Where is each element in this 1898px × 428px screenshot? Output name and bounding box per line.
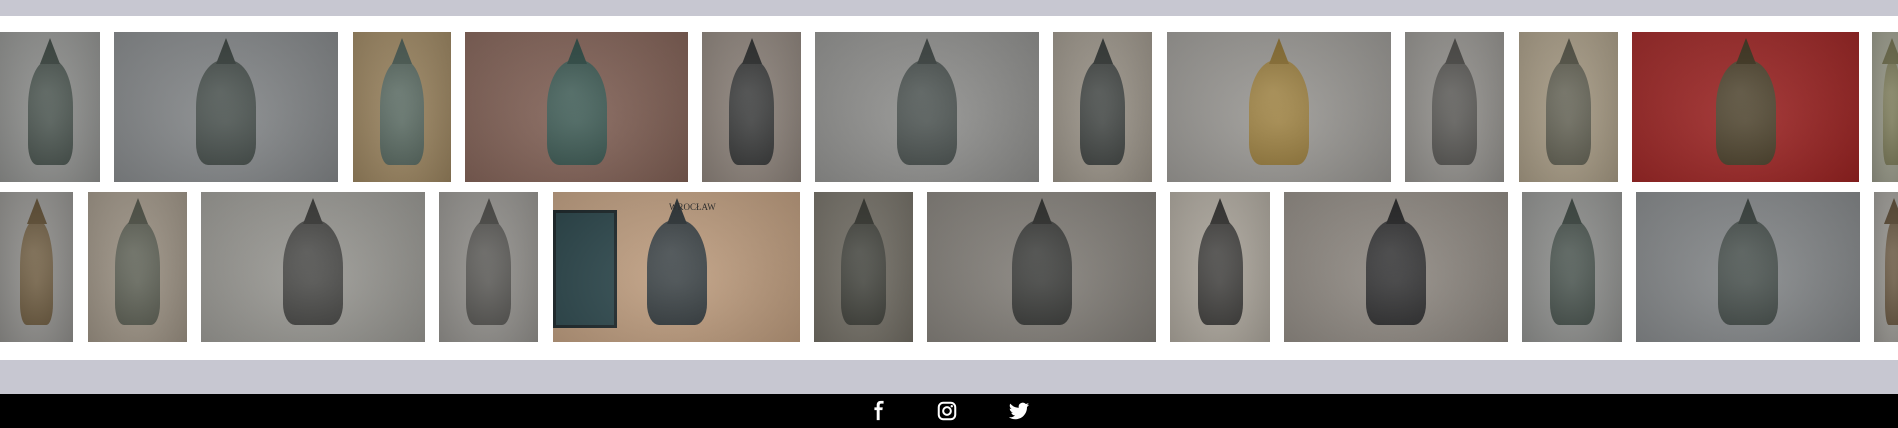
statue-hat <box>478 198 499 224</box>
statue-silhouette <box>115 220 160 325</box>
statue-silhouette <box>1718 220 1778 325</box>
statue-silhouette <box>1366 220 1426 325</box>
wroclaw-sign: WROCŁAW <box>669 202 716 212</box>
statue-silhouette <box>1715 60 1776 165</box>
statue-hat <box>1562 198 1582 224</box>
statue-silhouette <box>1011 220 1072 325</box>
statue-silhouette <box>283 220 343 325</box>
statue-silhouette <box>1546 60 1591 165</box>
statue-hat <box>853 198 874 224</box>
statue-hat <box>1031 198 1052 224</box>
gnome-sleeping-photo[interactable] <box>814 192 913 342</box>
statue-silhouette <box>1549 220 1595 325</box>
statue-hat <box>1210 198 1230 224</box>
statue-hat <box>666 198 687 224</box>
statue-hat <box>1738 198 1758 224</box>
gnome-edge-left-photo[interactable] <box>0 192 73 342</box>
statue-hat <box>1735 38 1756 64</box>
statue-hat <box>566 38 587 64</box>
gnome-edge-right-photo[interactable] <box>1874 192 1898 342</box>
instagram-link[interactable] <box>930 394 964 428</box>
gnome-with-chain-2-photo[interactable] <box>1636 192 1860 342</box>
statue-hat <box>1884 198 1898 224</box>
statue-silhouette <box>646 220 707 325</box>
statue-silhouette <box>1885 220 1898 325</box>
footer <box>0 394 1898 428</box>
facebook-link[interactable] <box>862 394 896 428</box>
twitter-link[interactable] <box>1002 394 1036 428</box>
statue-silhouette <box>841 220 886 325</box>
door-illustration <box>553 210 617 328</box>
statue-hat <box>127 198 148 224</box>
gnome-writing-photo[interactable] <box>88 192 187 342</box>
gnome-edge-photo[interactable] <box>1872 32 1898 182</box>
gnome-on-bollard-photo[interactable] <box>1405 32 1504 182</box>
gnome-on-horse-photo[interactable] <box>1632 32 1859 182</box>
statue-hat <box>392 38 412 64</box>
statue-silhouette <box>1080 60 1125 165</box>
statue-silhouette <box>1432 60 1477 165</box>
statue-hat <box>1092 38 1113 64</box>
statue-silhouette <box>196 60 256 165</box>
gnome-by-wall-photo[interactable] <box>1519 32 1618 182</box>
gallery: WROCŁAW <box>0 16 1898 360</box>
gnomes-pushing-ball-photo[interactable] <box>927 192 1156 342</box>
statue-hat <box>216 38 236 64</box>
statue-hat <box>1269 38 1289 64</box>
statue-silhouette <box>20 220 53 325</box>
statue-silhouette <box>1197 220 1243 325</box>
gnome-on-bollard-2-photo[interactable] <box>439 192 538 342</box>
statue-silhouette <box>729 60 774 165</box>
statue-silhouette <box>897 60 957 165</box>
statue-hat <box>1444 38 1465 64</box>
statue-hat <box>1558 38 1579 64</box>
statue-silhouette <box>546 60 607 165</box>
statue-hat <box>303 198 323 224</box>
facebook-icon <box>874 400 884 421</box>
bronze-heart-photo[interactable] <box>1167 32 1391 182</box>
gnome-with-fishing-rod-photo[interactable] <box>465 32 688 182</box>
instagram-icon <box>937 401 957 421</box>
statue-silhouette <box>379 60 425 165</box>
gnome-at-desk-photo[interactable] <box>201 192 425 342</box>
statue-hat <box>1386 198 1406 224</box>
statue-hat <box>26 198 47 224</box>
gnome-with-chain-photo[interactable] <box>114 32 338 182</box>
gnome-scarf-photo[interactable] <box>1170 192 1270 342</box>
statue-silhouette <box>1249 60 1309 165</box>
gnome-bust-photo[interactable] <box>702 32 801 182</box>
statue-silhouette <box>27 60 73 165</box>
gnome-atm-photo[interactable]: WROCŁAW <box>553 192 800 342</box>
statue-silhouette <box>1883 60 1898 165</box>
gnome-on-cobblestone-photo[interactable] <box>353 32 451 182</box>
statue-hat <box>741 38 762 64</box>
bottom-band <box>0 360 1898 394</box>
gnome-figure-2-photo[interactable] <box>1522 192 1622 342</box>
statue-hat <box>40 38 60 64</box>
statue-silhouette <box>466 220 511 325</box>
statue-hat <box>1882 38 1898 64</box>
twitter-icon <box>1008 402 1030 420</box>
gnome-reading-photo[interactable] <box>1053 32 1152 182</box>
gnome-on-motorbike-photo[interactable] <box>815 32 1039 182</box>
top-band <box>0 0 1898 16</box>
statue-hat <box>917 38 937 64</box>
gnome-cyclist-photo[interactable] <box>1284 192 1508 342</box>
gnome-figure-photo[interactable] <box>0 32 100 182</box>
